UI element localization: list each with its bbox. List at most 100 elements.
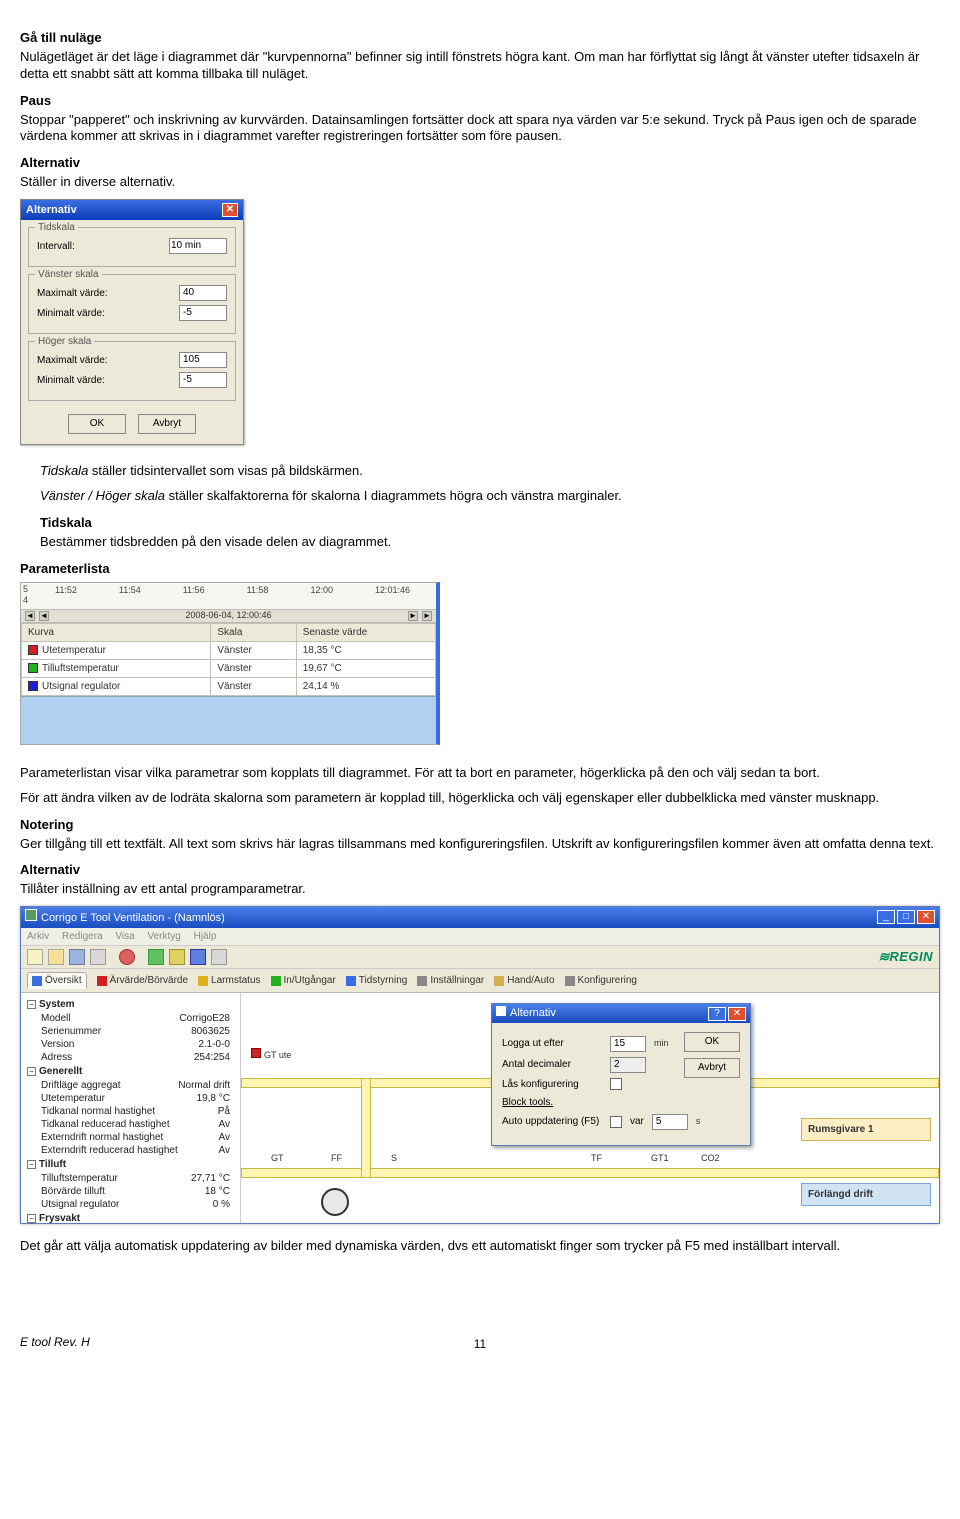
tab-oversikt[interactable]: Översikt	[27, 972, 87, 989]
box-rumsgivare[interactable]: Rumsgivare 1	[801, 1118, 931, 1141]
parameter-table: Kurva Skala Senaste värde Utetemperatur …	[21, 623, 436, 696]
alarm-icon	[198, 976, 208, 986]
chart-axis: 5 4 11:52 11:54 11:56 11:58 12:00 12:01:…	[21, 583, 436, 609]
tree-val: På	[218, 1105, 230, 1118]
unit-min: min	[654, 1038, 669, 1050]
menubar[interactable]: Arkiv Redigera Visa Verktyg Hjälp	[21, 928, 939, 946]
inner-cancel-button[interactable]: Avbryt	[684, 1058, 740, 1078]
tab-io[interactable]: In/Utgångar	[271, 972, 336, 989]
toolbar-save-icon[interactable]	[69, 949, 85, 965]
toolbar-print-icon[interactable]	[90, 949, 106, 965]
pipe	[361, 1078, 371, 1178]
toolbar-down-blue-icon[interactable]	[190, 949, 206, 965]
tree-key: Serienummer	[41, 1025, 101, 1038]
tree-val: Av	[219, 1144, 231, 1157]
scroll-left-icon[interactable]: ◄	[25, 611, 35, 621]
help-icon[interactable]: ?	[708, 1007, 726, 1021]
inner-ok-button[interactable]: OK	[684, 1032, 740, 1052]
input-max-vanster[interactable]: 40	[179, 285, 227, 301]
tab-handauto[interactable]: Hand/Auto	[494, 972, 554, 989]
inner-dialog-title: Alternativ	[510, 1007, 556, 1019]
text-tid-rest: ställer tidsintervallet som visas på bil…	[88, 463, 363, 478]
footer-page: 11	[20, 1337, 940, 1353]
tree-generellt[interactable]: Generellt	[39, 1066, 82, 1077]
tree-key: Utetemperatur	[41, 1092, 105, 1105]
tree-tilluft[interactable]: Tilluft	[39, 1159, 66, 1170]
label-min-vanster: Minimalt värde:	[37, 307, 105, 320]
toolbar-stop-icon[interactable]	[119, 949, 135, 965]
tree-panel[interactable]: −System ModellCorrigoE28 Serienummer8063…	[21, 993, 241, 1223]
label-las-konfig: Lås konfigurering	[502, 1078, 602, 1091]
tab-installningar[interactable]: Inställningar	[417, 972, 484, 989]
clock-icon	[346, 976, 356, 986]
pipe	[241, 1168, 939, 1178]
box-forlangd[interactable]: Förlängd drift	[801, 1183, 931, 1206]
link-block-tools[interactable]: Block tools.	[502, 1096, 602, 1109]
input-min-vanster[interactable]: -5	[179, 305, 227, 321]
tree-frysvakt[interactable]: Frysvakt	[39, 1213, 80, 1223]
close-icon[interactable]: ✕	[917, 910, 935, 924]
menu-verktyg[interactable]: Verktyg	[147, 931, 180, 942]
tab-arvarde[interactable]: Ärvärde/Börvärde	[97, 972, 188, 989]
app-titlebar[interactable]: Corrigo E Tool Ventilation - (Namnlös) _…	[21, 907, 939, 927]
tab-tidstyrning[interactable]: Tidstyrning	[346, 972, 408, 989]
toolbar-gear-icon[interactable]	[211, 949, 227, 965]
tree-collapse-icon[interactable]: −	[27, 1067, 36, 1076]
row-val: 18,35 °C	[296, 641, 435, 659]
text-alternativ2: Tillåter inställning av ett antal progra…	[20, 881, 940, 898]
scroll-left2-icon[interactable]: ◄	[39, 611, 49, 621]
dialog-alternativ: Alternativ ✕ Tidskala Intervall: 10 min …	[20, 199, 244, 445]
app-title: Corrigo E Tool Ventilation - (Namnlös)	[41, 912, 225, 924]
cancel-button[interactable]: Avbryt	[138, 414, 196, 434]
regin-logo: ≋REGIN	[878, 949, 933, 966]
scroll-right2-icon[interactable]: ►	[408, 611, 418, 621]
toolbar-down-green-icon[interactable]	[148, 949, 164, 965]
tree-collapse-icon[interactable]: −	[27, 1000, 36, 1009]
settings-icon	[417, 976, 427, 986]
text-nulage: Nulägetläget är det läge i diagrammet dä…	[20, 49, 940, 83]
menu-visa[interactable]: Visa	[115, 931, 134, 942]
tree-collapse-icon[interactable]: −	[27, 1214, 36, 1223]
checkbox-auto-update[interactable]	[610, 1116, 622, 1128]
col-senaste[interactable]: Senaste värde	[296, 623, 435, 641]
inner-dialog-titlebar[interactable]: Alternativ ? ✕	[492, 1004, 750, 1022]
table-row[interactable]: Utsignal regulator Vänster 24,14 %	[22, 677, 436, 695]
col-kurva[interactable]: Kurva	[22, 623, 211, 641]
tree-key: Tilluftstemperatur	[41, 1172, 118, 1185]
table-row[interactable]: Tilluftstemperatur Vänster 19,67 °C	[22, 659, 436, 677]
tab-larmstatus[interactable]: Larmstatus	[198, 972, 260, 989]
ok-button[interactable]: OK	[68, 414, 126, 434]
close-icon[interactable]: ✕	[728, 1007, 746, 1021]
checkbox-las-konfig[interactable]	[610, 1078, 622, 1090]
row-scale: Vänster	[211, 677, 296, 695]
col-skala[interactable]: Skala	[211, 623, 296, 641]
input-decimaler[interactable]: 2	[610, 1057, 646, 1073]
tree-system[interactable]: System	[39, 999, 75, 1010]
toolbar-open-icon[interactable]	[48, 949, 64, 965]
tab-konfigurering[interactable]: Konfigurering	[565, 972, 637, 989]
label-intervall: Intervall:	[37, 240, 75, 253]
input-auto-interval[interactable]: 5	[652, 1114, 688, 1130]
tree-collapse-icon[interactable]: −	[27, 1160, 36, 1169]
toolbar: ≋REGIN	[21, 946, 939, 970]
chart-scrollbar[interactable]: ◄ ◄ 2008-06-04, 12:00:46 ► ►	[21, 609, 436, 623]
dialog-icon	[496, 1006, 506, 1016]
menu-redigera[interactable]: Redigera	[62, 931, 103, 942]
input-max-hoger[interactable]: 105	[179, 352, 227, 368]
toolbar-down-yellow-icon[interactable]	[169, 949, 185, 965]
close-icon[interactable]: ✕	[222, 203, 238, 217]
input-min-hoger[interactable]: -5	[179, 372, 227, 388]
input-logga-ut[interactable]: 15	[610, 1036, 646, 1052]
italic-tidskala: Tidskala	[40, 463, 88, 478]
minimize-icon[interactable]: _	[877, 910, 895, 924]
table-row[interactable]: Utetemperatur Vänster 18,35 °C	[22, 641, 436, 659]
toolbar-new-icon[interactable]	[27, 949, 43, 965]
inner-dialog-alternativ: Alternativ ? ✕ OK Avbryt Logga ut efter1…	[491, 1003, 751, 1145]
menu-hjalp[interactable]: Hjälp	[194, 931, 217, 942]
menu-arkiv[interactable]: Arkiv	[27, 931, 49, 942]
row-name: Utetemperatur	[42, 645, 106, 656]
dialog-titlebar[interactable]: Alternativ ✕	[21, 200, 243, 220]
select-intervall[interactable]: 10 min	[169, 238, 227, 254]
maximize-icon[interactable]: □	[897, 910, 915, 924]
scroll-right-icon[interactable]: ►	[422, 611, 432, 621]
